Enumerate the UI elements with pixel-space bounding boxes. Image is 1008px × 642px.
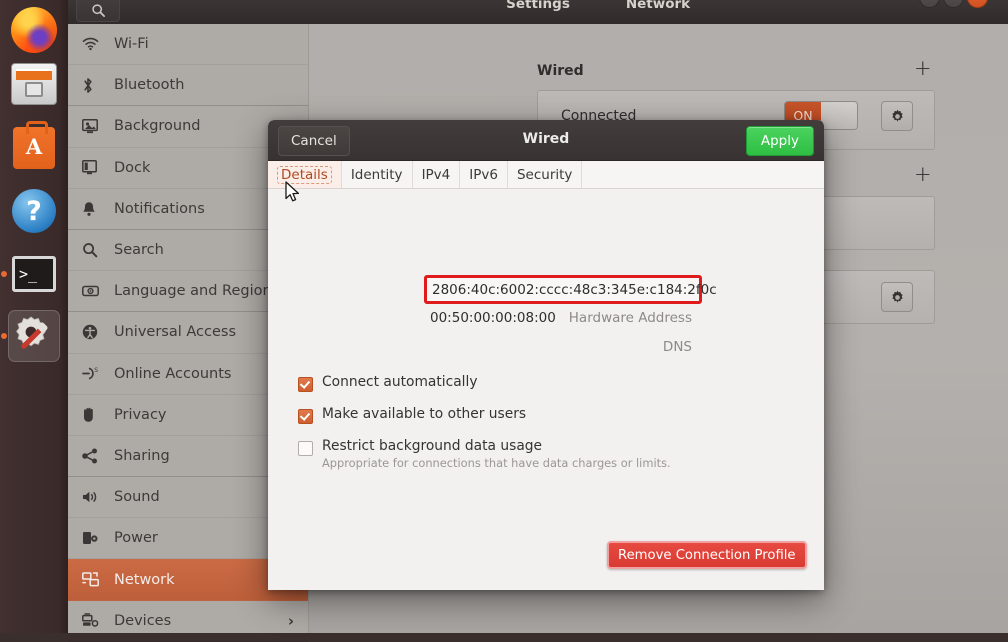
dns-label: DNS [662, 339, 692, 355]
remove-connection-profile-button[interactable]: Remove Connection Profile [607, 541, 807, 569]
hardware-address-value: 00:50:00:00:08:00 [430, 310, 556, 326]
devices-icon [82, 613, 108, 628]
gear-icon [891, 290, 903, 303]
sharing-icon [82, 448, 108, 464]
sidebar-item-label: Bluetooth [114, 77, 185, 94]
page-title: Network [625, 0, 691, 12]
sidebar-item-label: Dock [114, 159, 151, 176]
terminal-icon: >_ [12, 256, 56, 292]
tab-details[interactable]: Details [268, 161, 342, 188]
dock-item-firefox[interactable] [8, 4, 60, 56]
firefox-icon [11, 7, 57, 53]
restrict-background-row[interactable]: Restrict background data usage Appropria… [298, 439, 671, 470]
hardware-address-label: Hardware Address [568, 310, 692, 326]
tab-label: Identity [350, 166, 403, 183]
sidebar-item-label: Notifications [114, 200, 205, 217]
dock-item-software[interactable] [8, 121, 60, 174]
wired-heading: Wired [537, 63, 584, 79]
apply-button[interactable]: Apply [745, 126, 814, 156]
sidebar-item-label: Universal Access [114, 324, 237, 341]
dock-icon [82, 160, 108, 175]
make-available-checkbox[interactable] [298, 409, 313, 424]
connect-automatically-checkbox[interactable] [298, 377, 313, 392]
dock-item-help[interactable]: ? [8, 185, 60, 237]
search-icon [82, 242, 108, 258]
sidebar-item-label: Sound [114, 489, 160, 506]
tab-label: Security [516, 166, 573, 183]
toggle-knob [821, 102, 857, 129]
restrict-background-label: Restrict background data usage [322, 438, 543, 454]
add-connection-button[interactable]: + [914, 164, 932, 185]
dialog-header: Cancel Wired Apply [268, 120, 824, 161]
tab-label: IPv6 [469, 166, 498, 183]
restrict-background-checkbox[interactable] [298, 441, 313, 456]
help-icon: ? [12, 189, 56, 233]
privacy-hand-icon [82, 407, 108, 423]
running-indicator [1, 333, 7, 339]
background-icon [82, 119, 108, 134]
bluetooth-icon [82, 77, 108, 94]
tab-label: IPv4 [421, 166, 451, 183]
gear-icon [891, 109, 903, 122]
dialog-title: Wired [522, 131, 570, 147]
sidebar-item-label: Background [114, 118, 201, 135]
dock-item-terminal[interactable]: >_ [8, 248, 60, 300]
sidebar-item-label: Network [114, 571, 175, 588]
sidebar-item-label: Power [114, 530, 158, 547]
sidebar-item-label: Devices [114, 612, 172, 629]
files-icon [11, 63, 57, 105]
tab-ipv4[interactable]: IPv4 [413, 161, 461, 188]
bell-icon [82, 201, 108, 217]
power-battery-icon [82, 530, 108, 546]
settings-icon [11, 313, 57, 359]
mouse-cursor [285, 181, 303, 209]
language-icon [82, 285, 108, 297]
dock-item-files[interactable] [8, 58, 60, 110]
make-available-label: Make available to other users [322, 406, 527, 422]
sidebar-item-bluetooth[interactable]: Bluetooth [68, 65, 308, 107]
chevron-right-icon: › [287, 611, 294, 630]
accessibility-icon [82, 324, 108, 340]
dock-item-settings[interactable] [8, 310, 60, 362]
tab-ipv6[interactable]: IPv6 [460, 161, 508, 188]
tab-security[interactable]: Security [508, 161, 583, 188]
connect-automatically-row[interactable]: Connect automatically [298, 375, 478, 392]
sidebar-item-label: Online Accounts [114, 365, 232, 382]
online-accounts-icon: S [82, 366, 108, 381]
dialog-tabbar: Details Identity IPv4 IPv6 Security [268, 161, 824, 189]
speaker-icon [82, 490, 108, 504]
ubuntu-dock: ? >_ [0, 0, 68, 633]
sidebar-item-label: Wi-Fi [114, 36, 149, 53]
sidebar-item-label: Search [114, 242, 164, 259]
ip-address-value[interactable]: 2806:40c:6002:cccc:48c3:345e:c184:2f0c [432, 282, 717, 298]
add-wired-button[interactable]: + [914, 58, 932, 79]
wifi-icon [82, 37, 108, 51]
make-available-row[interactable]: Make available to other users [298, 407, 526, 424]
network-icon [82, 572, 108, 587]
wired-settings-button[interactable] [881, 101, 913, 131]
dialog-body: IP Address Hardware Address DNS 2806:40c… [268, 189, 824, 590]
running-indicator [1, 271, 7, 277]
secondary-settings-button[interactable] [881, 282, 913, 312]
ubuntu-software-icon [13, 121, 55, 169]
svg-text:S: S [94, 367, 98, 374]
sidebar-item-label: Sharing [114, 447, 170, 464]
restrict-background-sublabel: Appropriate for connections that have da… [322, 456, 671, 470]
tab-identity[interactable]: Identity [342, 161, 413, 188]
sidebar-item-label: Language and Region [114, 283, 272, 300]
sidebar-item-devices[interactable]: Devices › [68, 601, 308, 642]
sidebar-item-wifi[interactable]: Wi-Fi [68, 24, 308, 66]
sidebar-item-label: Privacy [114, 406, 167, 423]
wired-connection-dialog: Cancel Wired Apply Details Identity IPv4… [268, 120, 824, 590]
connect-automatically-label: Connect automatically [322, 374, 478, 390]
settings-titlebar: Settings Network [68, 0, 1008, 25]
